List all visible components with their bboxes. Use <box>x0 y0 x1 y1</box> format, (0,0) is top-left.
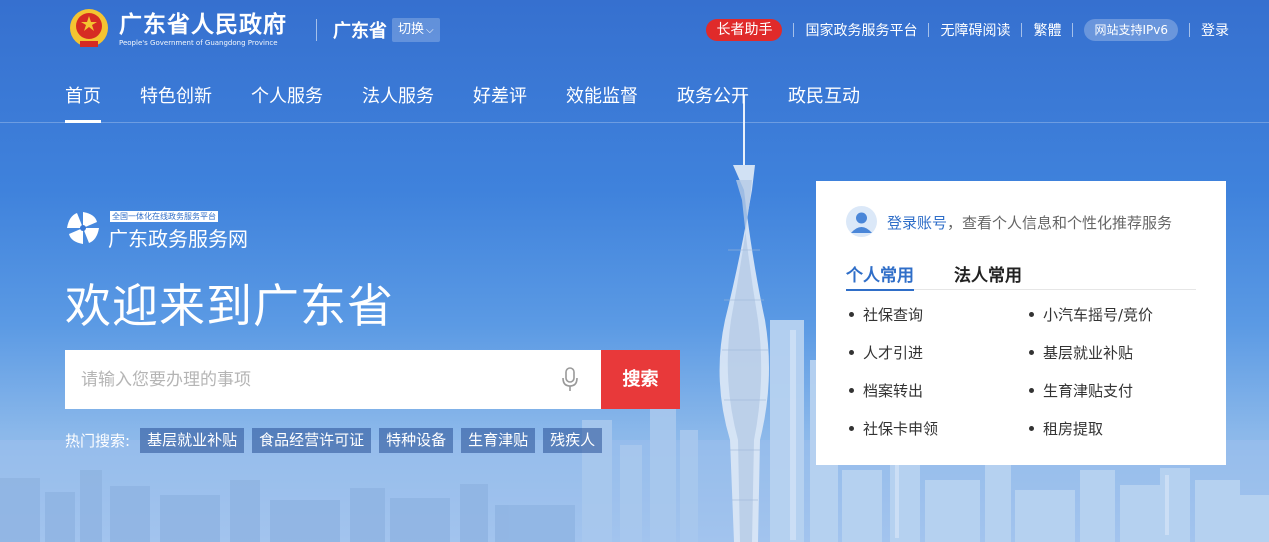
bullet-icon <box>1029 425 1034 431</box>
quick-services-panel: 登录账号，查看个人信息和个性化推荐服务 个人常用 法人常用 社保查询 小汽车摇号… <box>816 181 1226 465</box>
hot-searches: 热门搜索: 基层就业补贴 食品经营许可证 特种设备 生育津贴 残疾人 <box>65 428 610 453</box>
user-avatar-icon[interactable] <box>846 206 877 237</box>
nav-item-featured[interactable]: 特色创新 <box>140 82 212 122</box>
nav-divider <box>0 122 1269 123</box>
hot-search-tag[interactable]: 食品经营许可证 <box>252 428 372 453</box>
service-item[interactable]: 租房提取 <box>1026 419 1206 439</box>
top-bar: 广东省人民政府 People's Government of Guangdong… <box>0 0 1269 60</box>
welcome-heading: 欢迎来到广东省 <box>65 279 394 333</box>
main-nav: 首页 特色创新 个人服务 法人服务 好差评 效能监督 政务公开 政民互动 <box>65 82 899 123</box>
service-item-label: 人才引进 <box>863 344 924 362</box>
service-item-label: 小汽车摇号/竞价 <box>1043 306 1154 324</box>
brand-name[interactable]: 广东政务服务网 <box>108 223 248 252</box>
region-switch-label: 切换 <box>398 22 425 37</box>
hot-search-label: 热门搜索: <box>65 432 131 450</box>
service-item-label: 社保卡申领 <box>863 420 939 438</box>
service-item[interactable]: 社保卡申领 <box>846 419 1026 439</box>
login-account-link[interactable]: 登录账号 <box>887 214 947 232</box>
microphone-icon[interactable] <box>560 367 580 393</box>
region-switch-button[interactable]: 切换 ⌵ <box>392 18 440 42</box>
login-prompt-text: ，查看个人信息和个性化推荐服务 <box>947 214 1173 232</box>
pinwheel-logo-icon <box>67 212 99 244</box>
login-link[interactable]: 登录 <box>1201 20 1229 40</box>
search-button[interactable]: 搜索 <box>601 350 680 409</box>
link-divider <box>928 23 930 37</box>
header-divider <box>316 19 317 41</box>
accessible-reading-link[interactable]: 无障碍阅读 <box>940 20 1010 40</box>
link-divider <box>1072 23 1074 37</box>
link-divider <box>1021 23 1023 37</box>
ipv6-badge: 网站支持IPv6 <box>1084 19 1178 41</box>
region-label: 广东省 <box>333 21 387 42</box>
tab-personal[interactable]: 个人常用 <box>846 261 914 291</box>
service-item-label: 基层就业补贴 <box>1043 344 1134 362</box>
nav-item-supervision[interactable]: 效能监督 <box>566 82 638 122</box>
service-list: 社保查询 小汽车摇号/竞价 人才引进 基层就业补贴 档案转出 生育津贴支付 社保… <box>846 305 1206 439</box>
service-tabs: 个人常用 法人常用 <box>846 261 1196 291</box>
nav-item-interaction[interactable]: 政民互动 <box>788 82 860 122</box>
link-divider <box>1189 23 1190 37</box>
hot-search-tag[interactable]: 生育津贴 <box>461 428 536 453</box>
bullet-icon <box>849 349 854 355</box>
search-input[interactable] <box>65 350 545 409</box>
login-prompt: 登录账号，查看个人信息和个性化推荐服务 <box>887 212 1172 233</box>
service-item[interactable]: 社保查询 <box>846 305 1026 325</box>
hot-search-tag[interactable]: 特种设备 <box>379 428 454 453</box>
service-item-label: 租房提取 <box>1043 420 1104 438</box>
service-item[interactable]: 小汽车摇号/竞价 <box>1026 305 1206 325</box>
link-divider <box>793 23 795 37</box>
site-title[interactable]: 广东省人民政府 <box>119 5 287 39</box>
bullet-icon <box>849 311 854 317</box>
nav-item-corporate[interactable]: 法人服务 <box>362 82 434 122</box>
search-box <box>65 350 601 409</box>
bullet-icon <box>849 425 854 431</box>
service-item[interactable]: 档案转出 <box>846 381 1026 401</box>
service-item[interactable]: 人才引进 <box>846 343 1026 363</box>
bullet-icon <box>1029 311 1034 317</box>
service-item-label: 档案转出 <box>863 382 924 400</box>
top-links: 长者助手 国家政务服务平台 无障碍阅读 繁體 网站支持IPv6 登录 <box>706 18 1229 42</box>
site-subtitle: People's Government of Guangdong Provinc… <box>119 39 278 47</box>
service-item-label: 社保查询 <box>863 306 924 324</box>
tab-corporate[interactable]: 法人常用 <box>954 261 1022 290</box>
service-item-label: 生育津贴支付 <box>1043 382 1134 400</box>
traditional-chinese-link[interactable]: 繁體 <box>1033 20 1061 40</box>
hot-search-tag[interactable]: 残疾人 <box>543 428 603 453</box>
bullet-icon <box>1029 387 1034 393</box>
hot-search-tag[interactable]: 基层就业补贴 <box>140 428 245 453</box>
nav-item-disclosure[interactable]: 政务公开 <box>677 82 749 122</box>
service-item[interactable]: 生育津贴支付 <box>1026 381 1206 401</box>
nav-item-home[interactable]: 首页 <box>65 82 101 123</box>
bullet-icon <box>1029 349 1034 355</box>
service-item[interactable]: 基层就业补贴 <box>1026 343 1206 363</box>
bullet-icon <box>849 387 854 393</box>
elder-assistant-button[interactable]: 长者助手 <box>706 19 783 41</box>
brand-tagline: 全国一体化在线政务服务平台 <box>110 211 218 222</box>
chevron-down-icon: ⌵ <box>426 25 434 36</box>
nav-item-rating[interactable]: 好差评 <box>473 82 527 122</box>
national-emblem-icon[interactable] <box>68 7 110 51</box>
nav-item-personal[interactable]: 个人服务 <box>251 82 323 122</box>
national-platform-link[interactable]: 国家政务服务平台 <box>805 20 917 40</box>
